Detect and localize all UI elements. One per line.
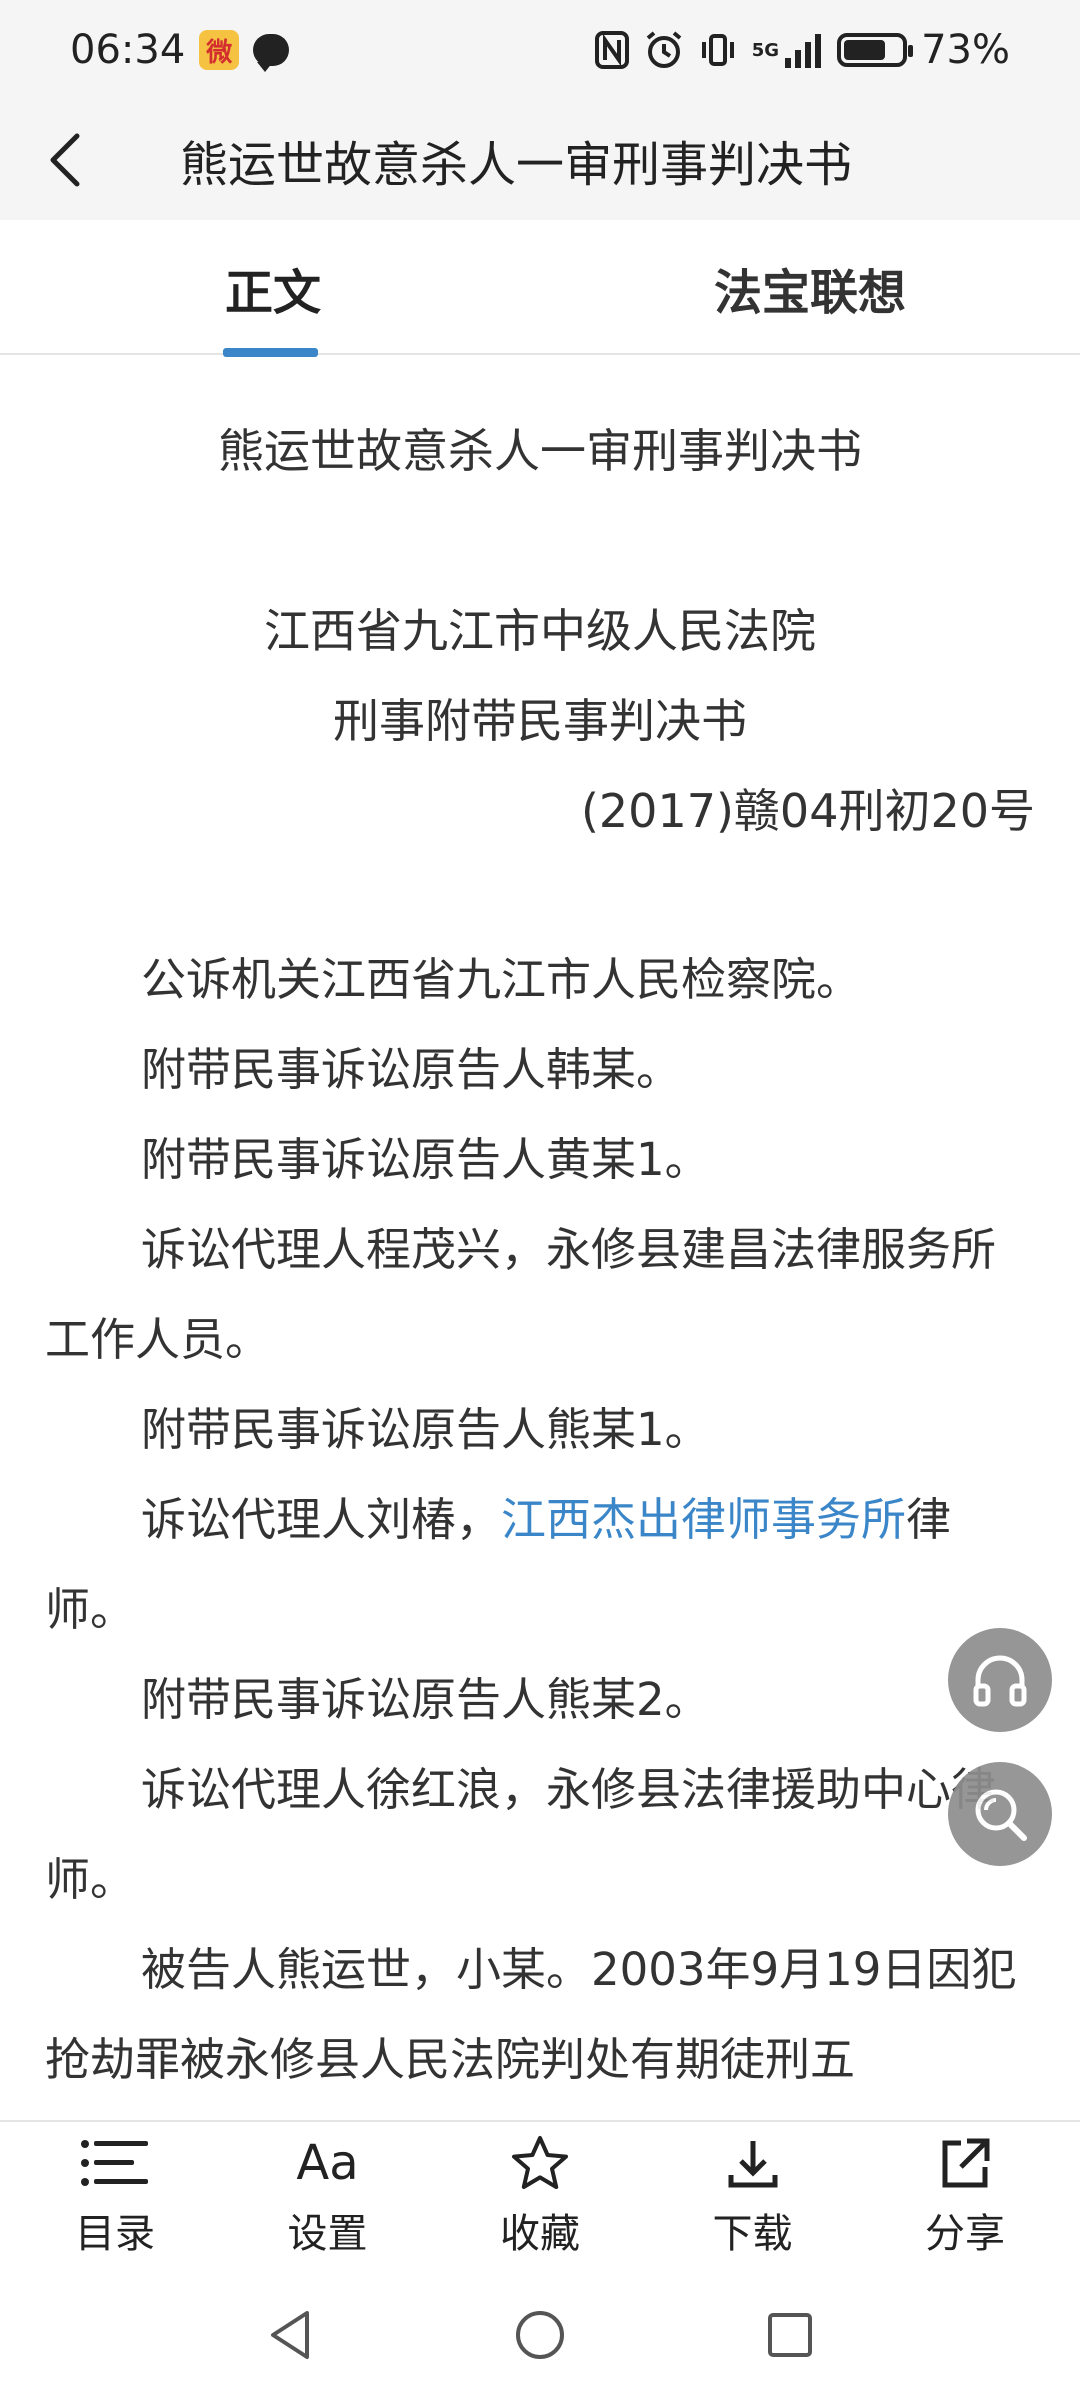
settings-button[interactable]: Aa 设置	[243, 2122, 413, 2270]
search-icon	[975, 1789, 1027, 1841]
back-triangle-icon	[271, 2311, 309, 2359]
paragraph: 公诉机关江西省九江市人民检察院。	[141, 953, 862, 1006]
vibrate-icon	[698, 30, 738, 70]
tab-bar: 正文 法宝联想	[0, 220, 1080, 357]
toc-label: 目录	[75, 2211, 155, 2257]
battery-icon	[837, 33, 914, 67]
share-button[interactable]: 分享	[880, 2122, 1050, 2270]
list-icon	[80, 2133, 150, 2193]
tab-main-text[interactable]: 正文	[0, 220, 540, 357]
recents-square-icon	[768, 2313, 812, 2357]
chevron-left-icon	[50, 133, 80, 187]
header: 熊运世故意杀人一审刑事判决书	[0, 100, 1080, 220]
favorite-button[interactable]: 收藏	[455, 2122, 625, 2270]
tab-related[interactable]: 法宝联想	[540, 220, 1080, 355]
paragraph: 附带民事诉讼原告人熊某2。	[141, 1673, 710, 1726]
network-type: 5G	[751, 39, 780, 61]
paragraph: 诉讼代理人程茂兴，永修县建昌法律服务所工作人员。	[45, 1223, 997, 1366]
document-type: 刑事附带民事判决书	[333, 694, 747, 748]
tab-label: 正文	[225, 264, 322, 321]
paragraph: 附带民事诉讼原告人韩某。	[141, 1043, 682, 1096]
download-label: 下载	[712, 2211, 793, 2257]
alarm-icon	[644, 30, 684, 70]
nav-back-button[interactable]	[250, 2295, 330, 2375]
system-nav-bar	[0, 2270, 1080, 2400]
paragraph: 附带民事诉讼原告人黄某1。	[141, 1133, 710, 1186]
tab-label: 法宝联想	[713, 264, 906, 321]
nav-recents-button[interactable]	[750, 2295, 830, 2375]
weibo-icon: 微	[199, 30, 240, 70]
bottom-toolbar: 目录 Aa 设置 收藏 下载 分享	[0, 2120, 1080, 2270]
page-title: 熊运世故意杀人一审刑事判决书	[180, 137, 853, 193]
paragraph: 被告人熊运世，小某。2003年9月19日因犯抢劫罪被永修县人民法院判处有期徒刑五	[45, 1943, 1017, 2086]
status-time: 06:34	[70, 27, 186, 73]
law-firm-link[interactable]: 江西杰出律师事务所	[501, 1493, 906, 1546]
settings-label: 设置	[287, 2211, 368, 2257]
case-number: (2017)赣04刑初20号	[580, 784, 1035, 838]
headphones-icon	[973, 1655, 1027, 1707]
status-bar: 06:34 微 5G 73%	[0, 0, 1080, 100]
font-settings-icon: Aa	[296, 2135, 359, 2191]
listen-button[interactable]	[948, 1628, 1052, 1732]
share-label: 分享	[925, 2211, 1005, 2257]
download-button[interactable]: 下载	[668, 2122, 838, 2270]
message-icon	[253, 34, 290, 72]
star-icon	[510, 2133, 570, 2193]
status-right: 5G 73%	[594, 27, 1010, 73]
paragraph: 诉讼代理人刘椿，江西杰出律师事务所律师。	[45, 1475, 1035, 1655]
signal-icon: 5G	[752, 32, 823, 68]
nfc-icon	[594, 30, 630, 70]
download-icon	[725, 2133, 781, 2193]
court-name: 江西省九江市中级人民法院	[264, 604, 816, 658]
document-body[interactable]: 熊运世故意杀人一审刑事判决书 江西省九江市中级人民法院 刑事附带民事判决书 (2…	[0, 355, 1080, 2120]
back-button[interactable]	[0, 100, 130, 220]
status-left: 06:34 微	[70, 27, 290, 73]
share-icon	[937, 2133, 993, 2193]
toc-button[interactable]: 目录	[30, 2122, 200, 2270]
battery-percent: 73%	[921, 27, 1010, 73]
favorite-label: 收藏	[500, 2211, 580, 2257]
battery-fill	[844, 40, 885, 60]
search-button[interactable]	[948, 1762, 1052, 1866]
paragraph-text: 诉讼代理人刘椿，	[141, 1493, 502, 1546]
home-circle-icon	[516, 2311, 564, 2359]
document-title: 熊运世故意杀人一审刑事判决书	[218, 424, 862, 478]
paragraph: 附带民事诉讼原告人熊某1。	[141, 1403, 710, 1456]
paragraph: 诉讼代理人徐红浪，永修县法律援助中心律师。	[45, 1763, 997, 1906]
nav-home-button[interactable]	[500, 2295, 580, 2375]
